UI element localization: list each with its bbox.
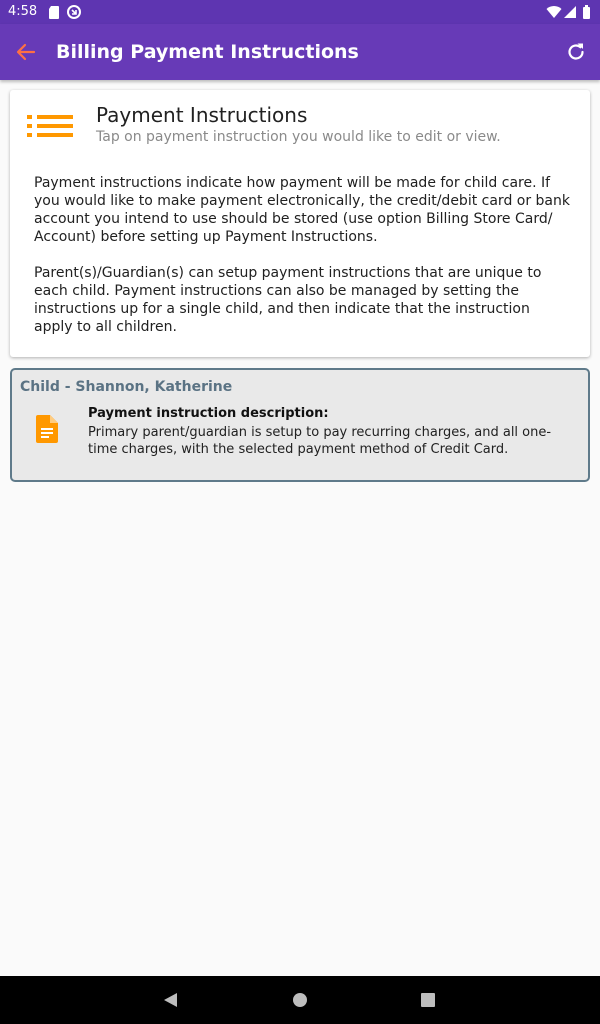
sd-card-icon (49, 6, 59, 19)
child-name: Child - Shannon, Katherine (20, 379, 233, 395)
document-icon (36, 415, 58, 443)
sync-icon (67, 5, 81, 19)
status-bar: 4:58 (0, 0, 600, 24)
arrow-back-icon[interactable] (14, 40, 38, 64)
info-paragraph: Parent(s)/Guardian(s) can setup payment … (34, 265, 542, 335)
refresh-icon[interactable] (564, 40, 588, 64)
home-circle-icon[interactable] (290, 990, 310, 1010)
payment-instruction-card[interactable]: Child - Shannon, Katherine Payment instr… (10, 368, 590, 482)
app-bar: Billing Payment Instructions (0, 24, 600, 80)
description-label: Payment instruction description: (88, 406, 329, 421)
signal-icon (564, 6, 576, 18)
nav-bar (0, 976, 600, 1024)
wifi-icon (546, 6, 562, 18)
card-title: Payment Instructions (96, 103, 308, 127)
battery-icon (583, 5, 590, 19)
info-card: Payment Instructions Tap on payment inst… (10, 90, 590, 357)
recents-square-icon[interactable] (418, 990, 438, 1010)
list-icon (27, 115, 73, 137)
status-time: 4:58 (8, 4, 38, 19)
description-text: Primary parent/guardian is setup to pay … (88, 425, 552, 457)
card-subtitle: Tap on payment instruction you would lik… (96, 129, 501, 145)
card-body: Payment instructions indicate how paymen… (34, 174, 570, 354)
back-triangle-icon[interactable] (160, 990, 180, 1010)
page-title: Billing Payment Instructions (56, 41, 359, 63)
info-paragraph: Payment instructions indicate how paymen… (34, 175, 570, 245)
